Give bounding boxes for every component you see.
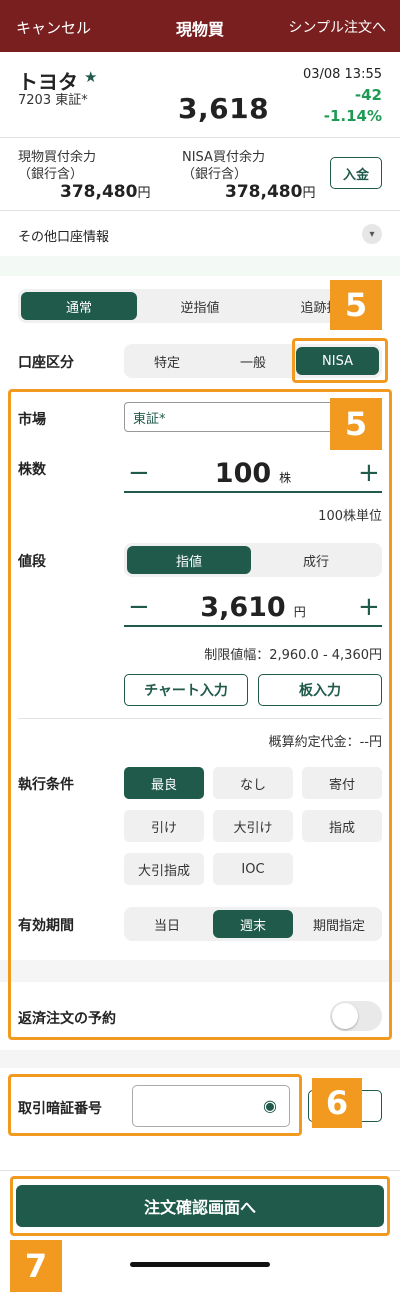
annotation-box-nisa bbox=[292, 338, 388, 383]
deposit-button[interactable]: 入金 bbox=[330, 157, 382, 189]
annotation-box-submit bbox=[10, 1176, 390, 1236]
annotation-badge-7: 7 bbox=[10, 1240, 62, 1292]
section-spacer bbox=[0, 1050, 400, 1068]
section-spacer bbox=[0, 256, 400, 276]
order-type-tabs: 通常 逆指値 追跡指 bbox=[18, 289, 382, 323]
annotation-box-pin bbox=[8, 1074, 302, 1136]
account-ippan[interactable]: 一般 bbox=[210, 344, 296, 378]
annotation-badge-6: 6 bbox=[312, 1078, 362, 1128]
price-change: -42 bbox=[354, 86, 382, 104]
annotation-badge-5a: 5 bbox=[330, 280, 382, 330]
annotation-box-order-form bbox=[8, 389, 392, 1040]
divider bbox=[0, 1170, 400, 1171]
cancel-button[interactable]: キャンセル bbox=[16, 17, 91, 38]
divider bbox=[0, 210, 400, 211]
favorite-star-icon[interactable]: ★ bbox=[84, 68, 97, 86]
stock-code: 7203 東証* bbox=[18, 93, 88, 108]
account-type-label: 口座区分 bbox=[18, 355, 74, 371]
cash-balance-value: 378,480円 bbox=[60, 182, 151, 202]
chevron-down-icon[interactable]: ▾ bbox=[362, 224, 382, 244]
header-bar: キャンセル 現物買 シンプル注文へ bbox=[0, 0, 400, 52]
current-price: 3,618 bbox=[178, 92, 270, 125]
tab-normal[interactable]: 通常 bbox=[21, 292, 137, 320]
other-account-info[interactable]: その他口座情報 bbox=[18, 226, 109, 245]
price-change-percent: -1.14% bbox=[323, 107, 382, 125]
divider bbox=[0, 137, 400, 138]
simple-order-link[interactable]: シンプル注文へ bbox=[288, 17, 386, 37]
tab-stop[interactable]: 逆指値 bbox=[142, 289, 258, 323]
cash-balance-sublabel: （銀行含） bbox=[18, 167, 84, 182]
nisa-balance-value: 378,480円 bbox=[225, 182, 316, 202]
price-time: 03/08 13:55 bbox=[302, 67, 382, 82]
home-indicator bbox=[130, 1262, 270, 1267]
annotation-badge-5b: 5 bbox=[330, 398, 382, 450]
nisa-balance-sublabel: （銀行含） bbox=[182, 167, 248, 182]
account-tokutei[interactable]: 特定 bbox=[124, 344, 210, 378]
